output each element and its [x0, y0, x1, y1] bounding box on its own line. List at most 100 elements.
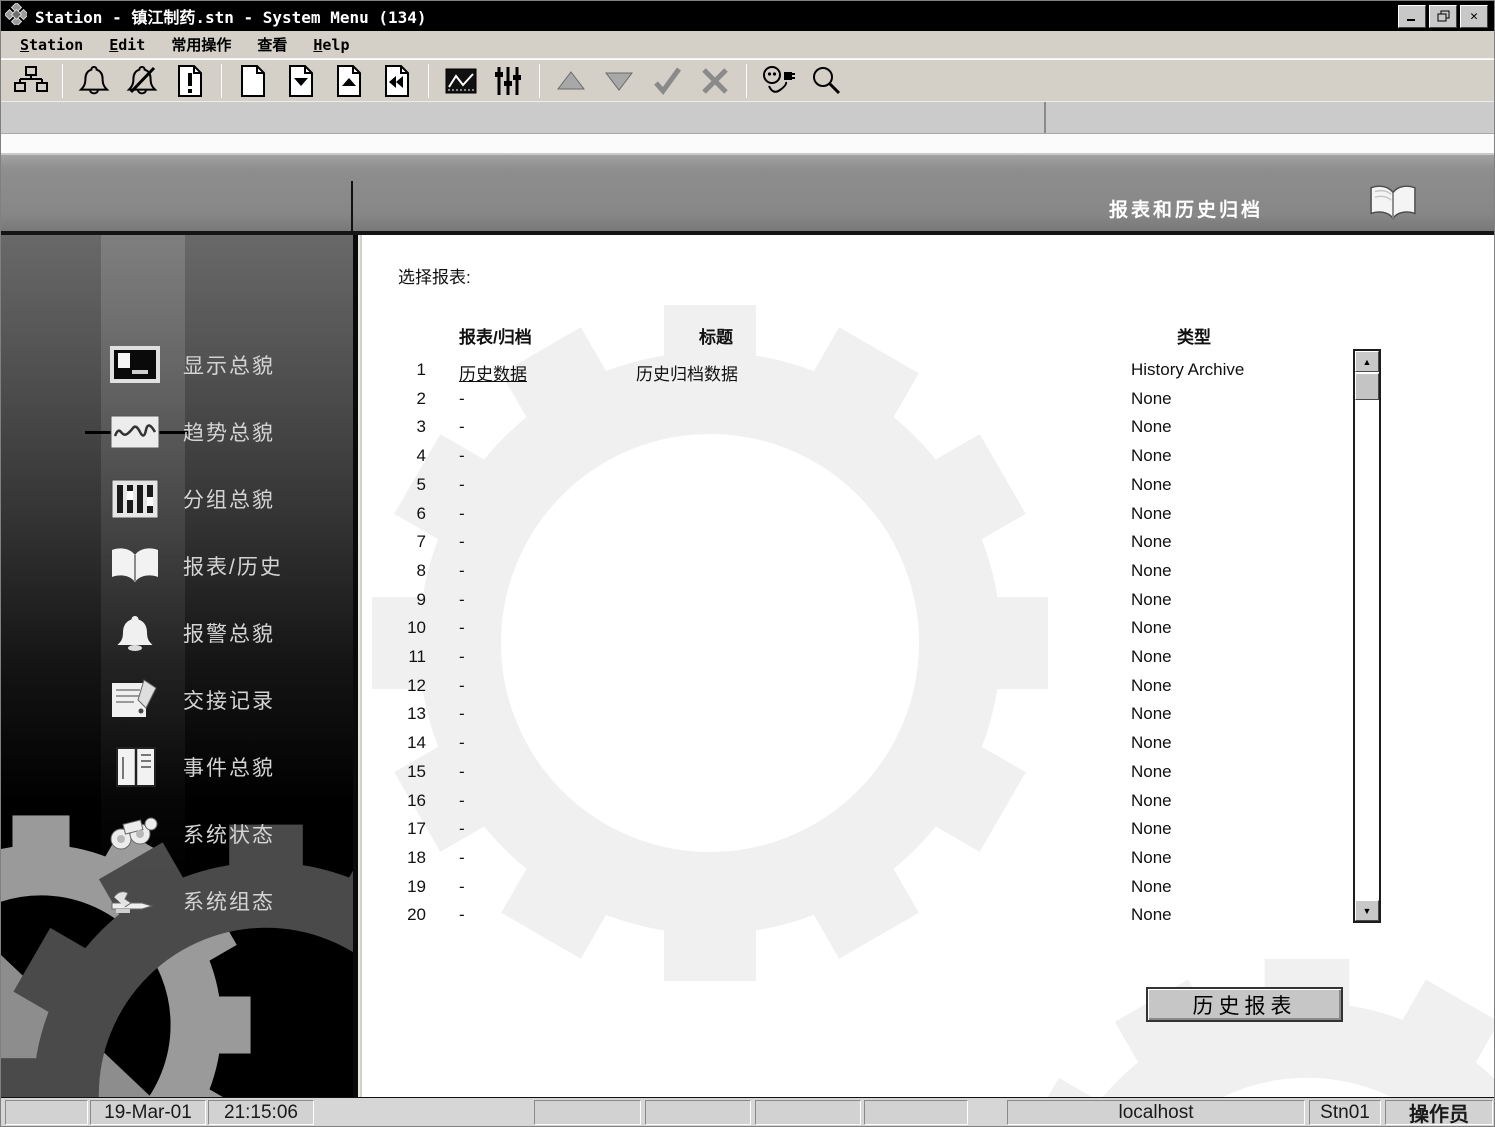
- page-up-icon[interactable]: [332, 62, 366, 100]
- report-cell: -: [459, 647, 465, 666]
- group-icon[interactable]: [491, 62, 525, 100]
- report-link[interactable]: 历史数据: [459, 360, 527, 385]
- report-list-scrollbar[interactable]: ▲ ▼: [1353, 349, 1381, 923]
- sidebar-item-label: 显示总貌: [183, 354, 275, 378]
- cancel-icon[interactable]: [698, 62, 732, 100]
- message-summary-icon[interactable]: [173, 62, 207, 100]
- title-bar: Station - 镇江制药.stn - System Menu (134) ✕: [1, 1, 1494, 31]
- menu-item-common-operations[interactable]: 常用操作: [158, 34, 244, 55]
- report-cell: -: [459, 819, 465, 839]
- sidebar-item-trend-overview[interactable]: 趋势总貌: [1, 398, 353, 465]
- row-number: 19: [407, 876, 426, 896]
- type-cell: History Archive: [1131, 360, 1245, 379]
- station-network-icon[interactable]: [14, 62, 48, 100]
- sidebar-item-label: 报表/历史: [183, 555, 283, 579]
- row-number: 3: [416, 417, 426, 437]
- page-down-icon[interactable]: [284, 62, 318, 100]
- table-row: 11 - None: [362, 647, 1494, 675]
- scrollbar-up-icon[interactable]: ▲: [1355, 351, 1379, 372]
- page-header: 报表和历史归档: [1, 153, 1494, 235]
- sidebar-item-system-config[interactable]: 系统组态: [1, 867, 353, 934]
- trend-icon[interactable]: [443, 62, 477, 100]
- title-cell: 历史归档数据: [636, 365, 738, 384]
- report-cell: -: [459, 446, 465, 466]
- close-button[interactable]: ✕: [1460, 4, 1488, 28]
- table-row: 17 - None: [362, 819, 1494, 847]
- table-row: 10 - None: [362, 618, 1494, 646]
- table-row: 15 - None: [362, 761, 1494, 790]
- type-cell: None: [1131, 761, 1172, 781]
- table-row: 20 - None: [362, 905, 1494, 933]
- sidebar-item-group-overview[interactable]: 分组总貌: [1, 465, 353, 532]
- type-cell: None: [1131, 905, 1172, 925]
- report-cell: -: [459, 618, 465, 638]
- display-overview-icon: [105, 343, 165, 387]
- table-row: 5 - None: [362, 475, 1494, 503]
- status-user: 操作员: [1385, 1100, 1493, 1126]
- raise-icon[interactable]: [554, 62, 588, 100]
- status-bar: 19-Mar-01 21:15:06 localhost Stn01 操作员: [1, 1097, 1494, 1126]
- row-number: 16: [407, 790, 426, 810]
- sidebar-item-handover-log[interactable]: 交接记录: [1, 666, 353, 733]
- type-cell: None: [1131, 503, 1172, 523]
- menu-item-edit[interactable]: Edit: [96, 36, 158, 54]
- report-cell: -: [459, 876, 465, 896]
- status-host: localhost: [1007, 1100, 1305, 1125]
- report-cell: -: [459, 560, 465, 580]
- report-cell: -: [459, 589, 465, 609]
- sidebar-item-report-history[interactable]: 报表/历史: [1, 532, 353, 599]
- row-number: 11: [408, 647, 426, 666]
- report-cell: -: [459, 733, 465, 753]
- type-cell: None: [1131, 589, 1172, 609]
- connect-icon[interactable]: [761, 62, 795, 100]
- table-row: 19 - None: [362, 876, 1494, 905]
- row-number: 15: [407, 761, 426, 781]
- sidebar: 显示总貌 趋势总貌 分组总貌 报表/历史 报警总貌 交接记录 事件总貌 系统状态…: [1, 235, 353, 1097]
- report-cell: -: [459, 905, 465, 925]
- row-number: 8: [416, 560, 426, 580]
- menu-item-station[interactable]: Station: [7, 36, 96, 54]
- sidebar-item-system-status[interactable]: 系统状态: [1, 800, 353, 867]
- row-number: 20: [407, 905, 426, 925]
- report-history-icon: [105, 544, 165, 588]
- system-status-icon: [105, 812, 165, 856]
- lower-icon[interactable]: [602, 62, 636, 100]
- handover-log-icon: [105, 678, 165, 722]
- table-row: 6 - None: [362, 503, 1494, 532]
- scrollbar-down-icon[interactable]: ▼: [1355, 900, 1379, 921]
- sidebar-item-event-overview[interactable]: 事件总貌: [1, 733, 353, 800]
- accept-icon[interactable]: [650, 62, 684, 100]
- toolbar-separator: [428, 63, 429, 98]
- page-icon[interactable]: [236, 62, 270, 100]
- type-cell: None: [1131, 647, 1172, 666]
- restore-button[interactable]: [1429, 4, 1457, 28]
- sidebar-item-label: 系统组态: [183, 890, 275, 914]
- minimize-button[interactable]: [1398, 4, 1426, 28]
- scrollbar-thumb[interactable]: [1355, 373, 1379, 400]
- sidebar-item-label: 事件总貌: [183, 756, 275, 780]
- report-cell: -: [459, 790, 465, 810]
- report-cell: -: [459, 704, 465, 724]
- report-cell: -: [459, 503, 465, 523]
- table-row: 12 - None: [362, 675, 1494, 704]
- row-number: 17: [407, 819, 426, 839]
- sidebar-item-label: 趋势总貌: [183, 421, 275, 445]
- search-icon[interactable]: [809, 62, 843, 100]
- report-cell: -: [459, 417, 465, 437]
- column-header-title: 标题: [699, 328, 733, 347]
- alarm-bell-icon[interactable]: [77, 62, 111, 100]
- toolbar-second-row: [1, 101, 1494, 134]
- page-back-icon[interactable]: [380, 62, 414, 100]
- status-blank-panel: [5, 1100, 88, 1125]
- history-report-button[interactable]: 历史报表: [1146, 987, 1343, 1022]
- report-cell: -: [459, 675, 465, 695]
- type-cell: None: [1131, 560, 1172, 580]
- sidebar-item-alarm-overview[interactable]: 报警总貌: [1, 599, 353, 666]
- menu-item-view[interactable]: 查看: [244, 34, 300, 55]
- window-title: Station - 镇江制药.stn - System Menu (134): [35, 8, 427, 27]
- table-row: 14 - None: [362, 733, 1494, 761]
- toolbar-panel-left: [1, 102, 1046, 133]
- alarm-acknowledge-icon[interactable]: [125, 62, 159, 100]
- menu-item-help[interactable]: Help: [300, 36, 362, 54]
- sidebar-item-display-overview[interactable]: 显示总貌: [1, 331, 353, 398]
